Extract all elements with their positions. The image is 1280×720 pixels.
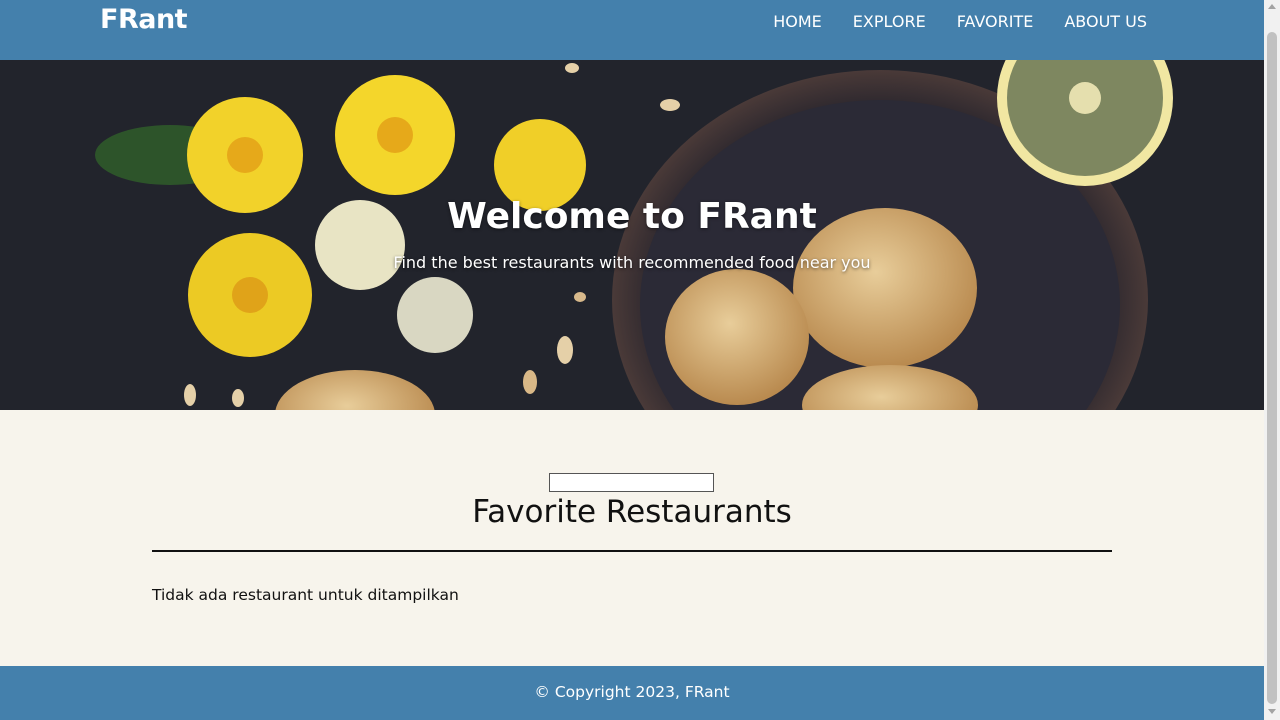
brand-logo[interactable]: FRant <box>100 4 188 35</box>
hero-subtitle: Find the best restaurants with recommend… <box>393 253 871 272</box>
hero-banner: Welcome to FRant Find the best restauran… <box>0 60 1264 410</box>
page: FRant HOME EXPLORE FAVORITE ABOUT US Wel… <box>0 0 1264 720</box>
scroll-up-arrow-icon[interactable] <box>1268 4 1276 9</box>
hero-title: Welcome to FRant <box>447 196 817 237</box>
main-nav: HOME EXPLORE FAVORITE ABOUT US <box>773 12 1147 32</box>
search-input[interactable] <box>549 473 714 492</box>
site-footer: © Copyright 2023, FRant <box>0 666 1264 720</box>
copyright-text: © Copyright 2023, FRant <box>534 683 730 701</box>
vertical-scrollbar[interactable] <box>1264 0 1280 720</box>
nav-explore-link[interactable]: EXPLORE <box>853 12 926 32</box>
top-navbar: FRant HOME EXPLORE FAVORITE ABOUT US <box>0 0 1264 60</box>
favorites-heading: Favorite Restaurants <box>472 494 792 530</box>
nav-home-link[interactable]: HOME <box>773 12 822 32</box>
scroll-down-arrow-icon[interactable] <box>1268 709 1276 714</box>
scrollbar-thumb[interactable] <box>1267 32 1277 704</box>
nav-favorite-link[interactable]: FAVORITE <box>957 12 1034 32</box>
empty-state-message: Tidak ada restaurant untuk ditampilkan <box>152 586 459 604</box>
heading-divider <box>152 550 1112 552</box>
nav-about-link[interactable]: ABOUT US <box>1064 12 1147 32</box>
favorites-section: Favorite Restaurants Tidak ada restauran… <box>0 410 1264 666</box>
